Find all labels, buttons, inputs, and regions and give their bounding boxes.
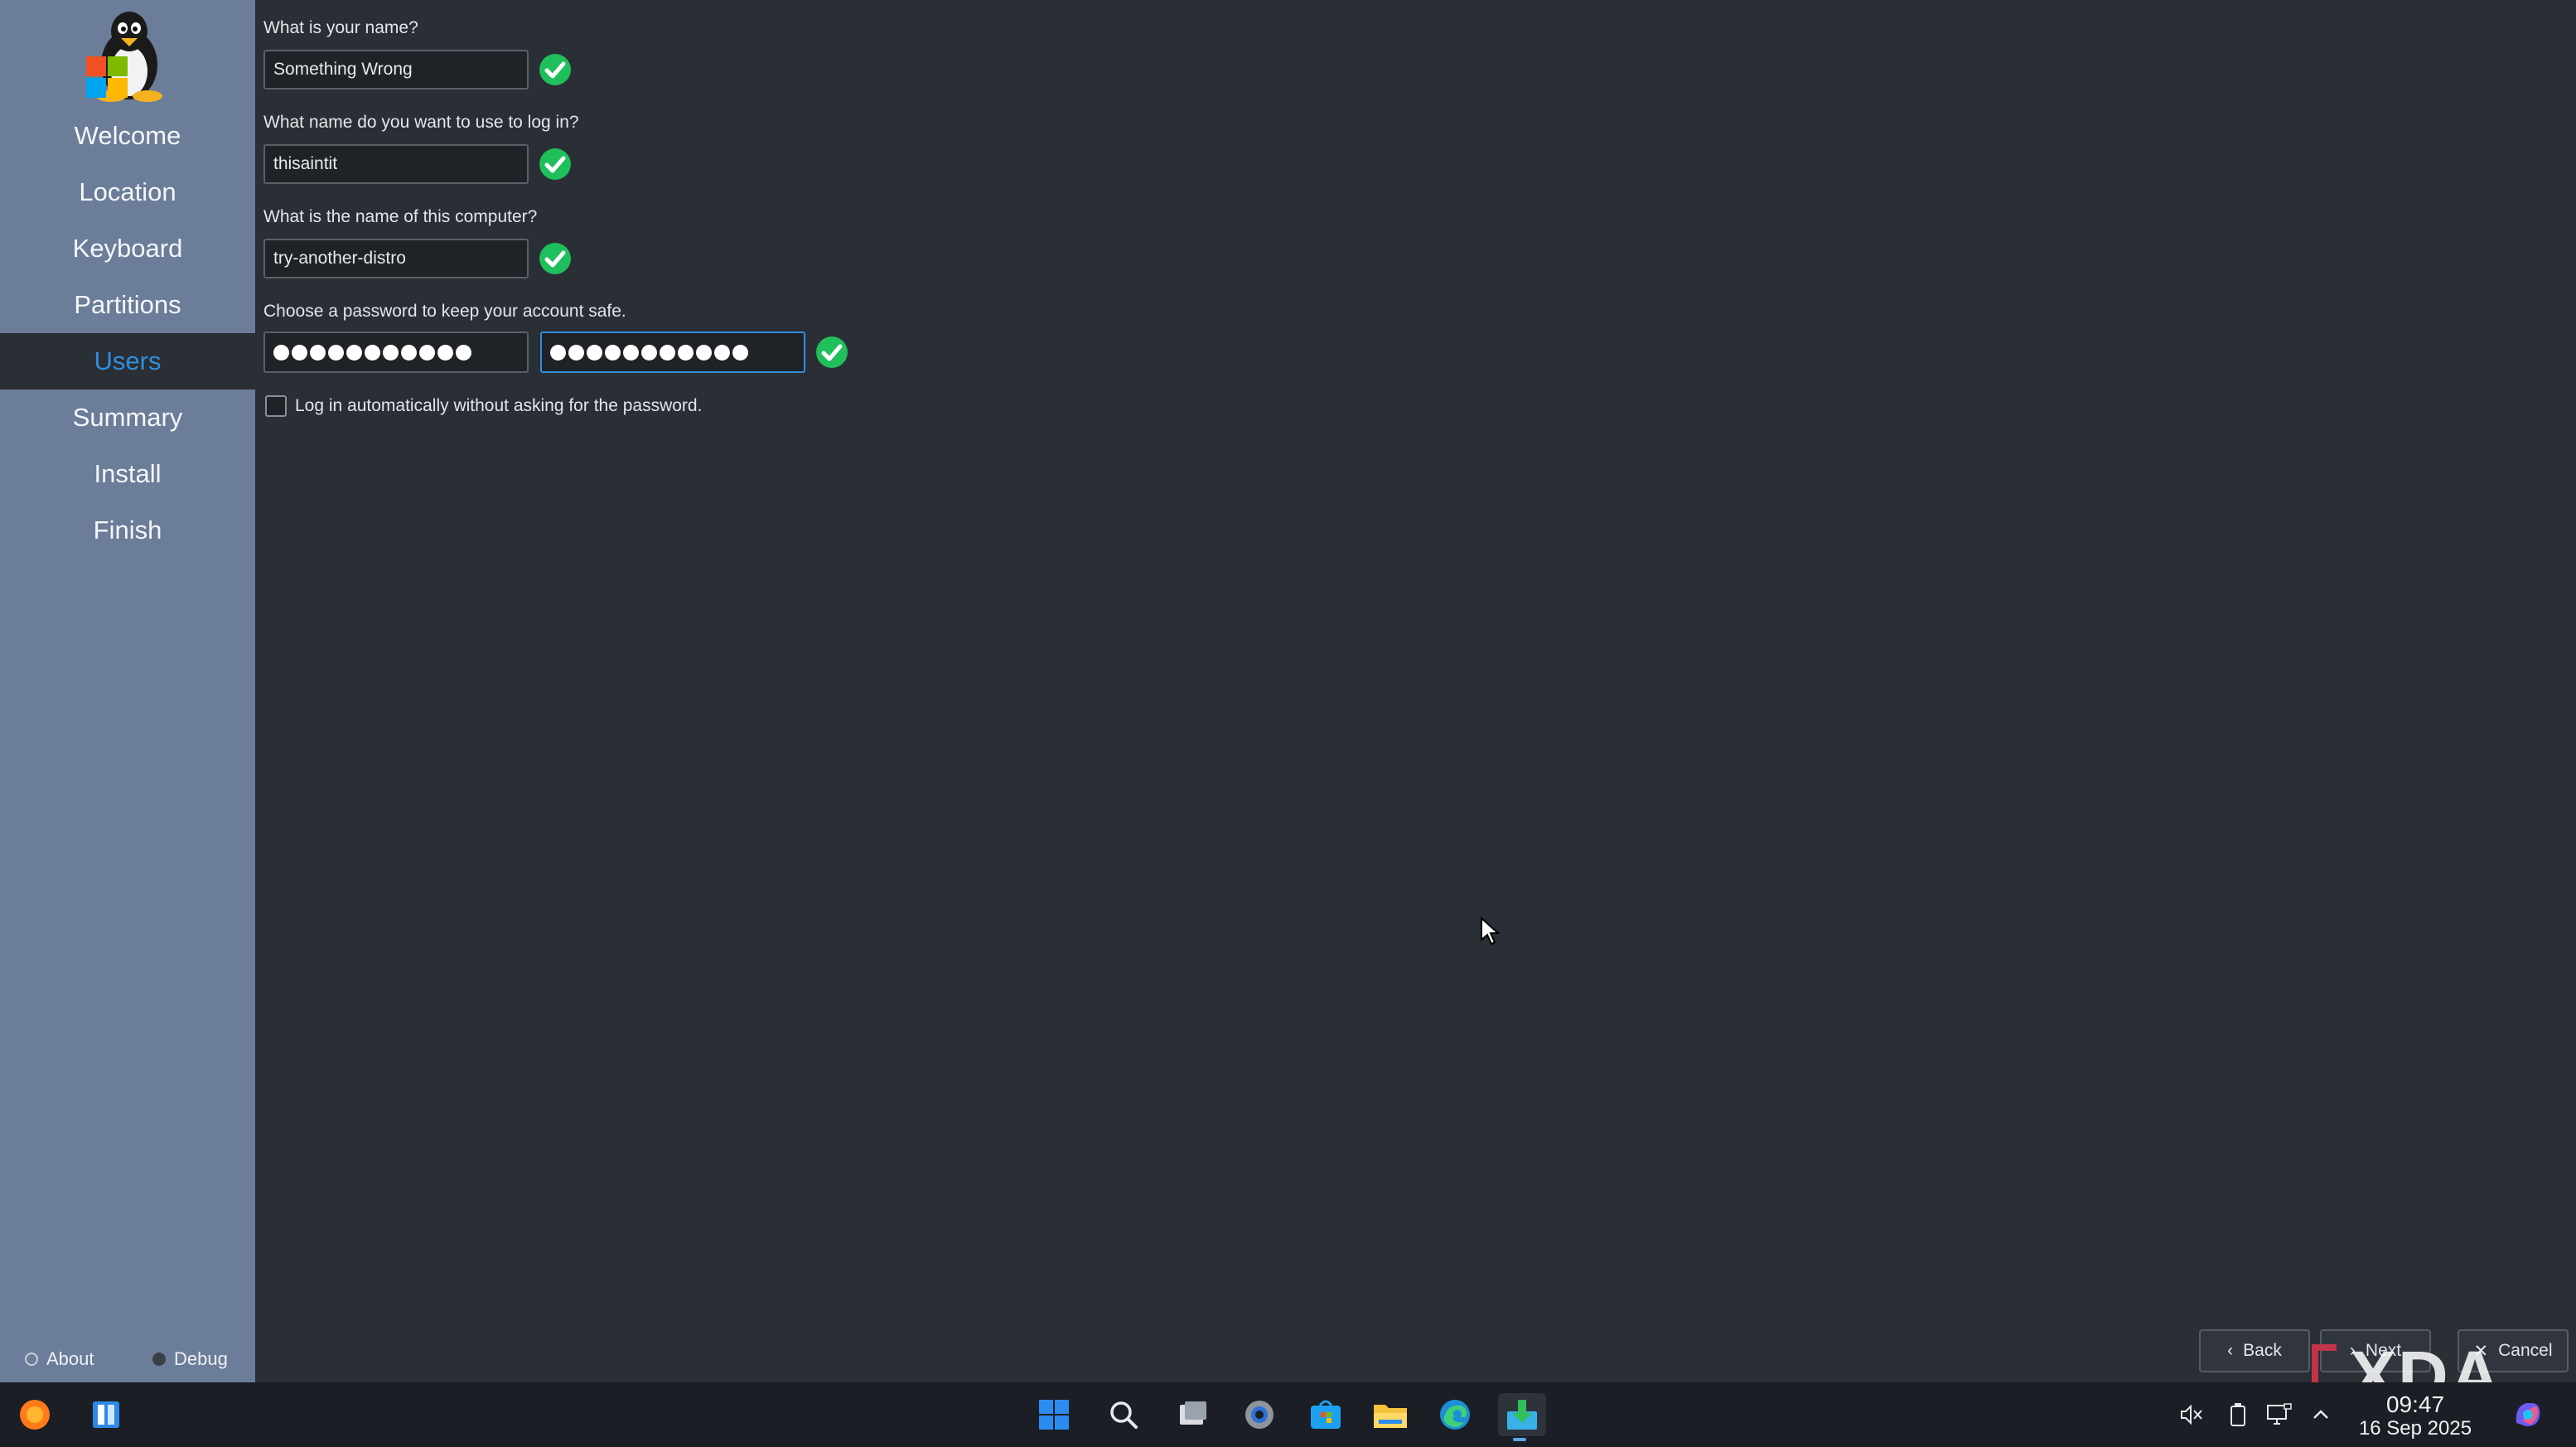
sidebar-item-welcome[interactable]: Welcome: [0, 108, 255, 164]
password-dot: [328, 344, 344, 361]
task-view-icon[interactable]: [1172, 1393, 1215, 1436]
settings-icon[interactable]: [1238, 1393, 1281, 1436]
password-dot: [550, 344, 566, 361]
network-icon[interactable]: [2265, 1401, 2293, 1429]
clock-time: 09:47: [2385, 1391, 2445, 1417]
edge-icon[interactable]: [1433, 1393, 1476, 1436]
volume-muted-icon[interactable]: [2177, 1401, 2206, 1429]
taskbar-clock[interactable]: 09:47 16 Sep 2025: [2345, 1392, 2486, 1440]
about-label: About: [46, 1348, 94, 1369]
password-dot: [456, 344, 471, 361]
tux-penguin-logo: [86, 12, 162, 102]
sidebar-footer: About Debug: [0, 1343, 255, 1376]
password-dot: [401, 344, 417, 361]
computer-name-label: What is the name of this computer?: [263, 207, 538, 226]
debug-button[interactable]: Debug: [152, 1343, 228, 1376]
password-dot: [437, 344, 453, 361]
password-dot: [292, 344, 307, 361]
password-dot: [587, 344, 602, 361]
password-dot: [346, 344, 362, 361]
password-dot: [714, 344, 730, 361]
copilot-icon[interactable]: [2511, 1397, 2545, 1432]
password-dot: [310, 344, 326, 361]
back-button[interactable]: ‹ Back: [2199, 1329, 2310, 1372]
password-confirm-input[interactable]: [540, 332, 805, 373]
installer-icon[interactable]: [1498, 1393, 1546, 1441]
password-label: Choose a password to keep your account s…: [263, 302, 626, 321]
chevron-left-icon: ‹: [2227, 1341, 2234, 1360]
mouse-cursor-icon: [1481, 917, 1500, 946]
check-icon: [539, 148, 571, 180]
password-dot: [273, 344, 289, 361]
cancel-label: Cancel: [2498, 1341, 2553, 1360]
password-dot: [605, 344, 621, 361]
debug-label: Debug: [174, 1348, 228, 1369]
app-icon[interactable]: [85, 1393, 128, 1436]
check-icon: [539, 54, 571, 85]
sidebar-item-install[interactable]: Install: [0, 446, 255, 502]
battery-icon[interactable]: [2224, 1401, 2252, 1429]
autologin-label: Log in automatically without asking for …: [295, 396, 703, 415]
password-dot: [696, 344, 712, 361]
password-dot: [623, 344, 639, 361]
password-dot: [383, 344, 399, 361]
password-dot: [732, 344, 748, 361]
full-name-input[interactable]: [263, 50, 529, 90]
login-name-input[interactable]: [263, 144, 529, 184]
start-icon[interactable]: [1032, 1393, 1075, 1436]
sidebar: Welcome Location Keyboard Partitions Use…: [0, 0, 255, 1382]
password-dot: [365, 344, 380, 361]
taskbar: 09:47 16 Sep 2025: [0, 1382, 2576, 1447]
store-icon[interactable]: [1304, 1393, 1347, 1436]
info-icon: [25, 1353, 38, 1366]
sidebar-item-keyboard[interactable]: Keyboard: [0, 220, 255, 277]
sidebar-item-location[interactable]: Location: [0, 164, 255, 220]
search-icon[interactable]: [1102, 1393, 1145, 1436]
password-dot: [641, 344, 657, 361]
password-dot: [660, 344, 675, 361]
file-explorer-icon[interactable]: [1369, 1393, 1412, 1436]
computer-name-input[interactable]: [263, 239, 529, 278]
sidebar-item-partitions[interactable]: Partitions: [0, 277, 255, 333]
clock-date: 16 Sep 2025: [2358, 1417, 2472, 1440]
about-button[interactable]: About: [25, 1343, 94, 1376]
name-label: What is your name?: [263, 18, 418, 37]
password-dot: [419, 344, 435, 361]
firefox-icon[interactable]: [13, 1393, 56, 1436]
sidebar-item-finish[interactable]: Finish: [0, 502, 255, 559]
password-input[interactable]: [263, 332, 529, 373]
sidebar-item-summary[interactable]: Summary: [0, 390, 255, 446]
back-label: Back: [2243, 1341, 2282, 1360]
password-dot: [568, 344, 584, 361]
check-icon: [816, 336, 848, 368]
sidebar-item-users[interactable]: Users: [0, 333, 255, 390]
autologin-checkbox[interactable]: [265, 395, 287, 417]
chevron-up-icon[interactable]: [2307, 1401, 2335, 1429]
password-dot: [678, 344, 694, 361]
debug-icon: [152, 1353, 166, 1366]
check-icon: [539, 243, 571, 274]
login-label: What name do you want to use to log in?: [263, 113, 579, 132]
